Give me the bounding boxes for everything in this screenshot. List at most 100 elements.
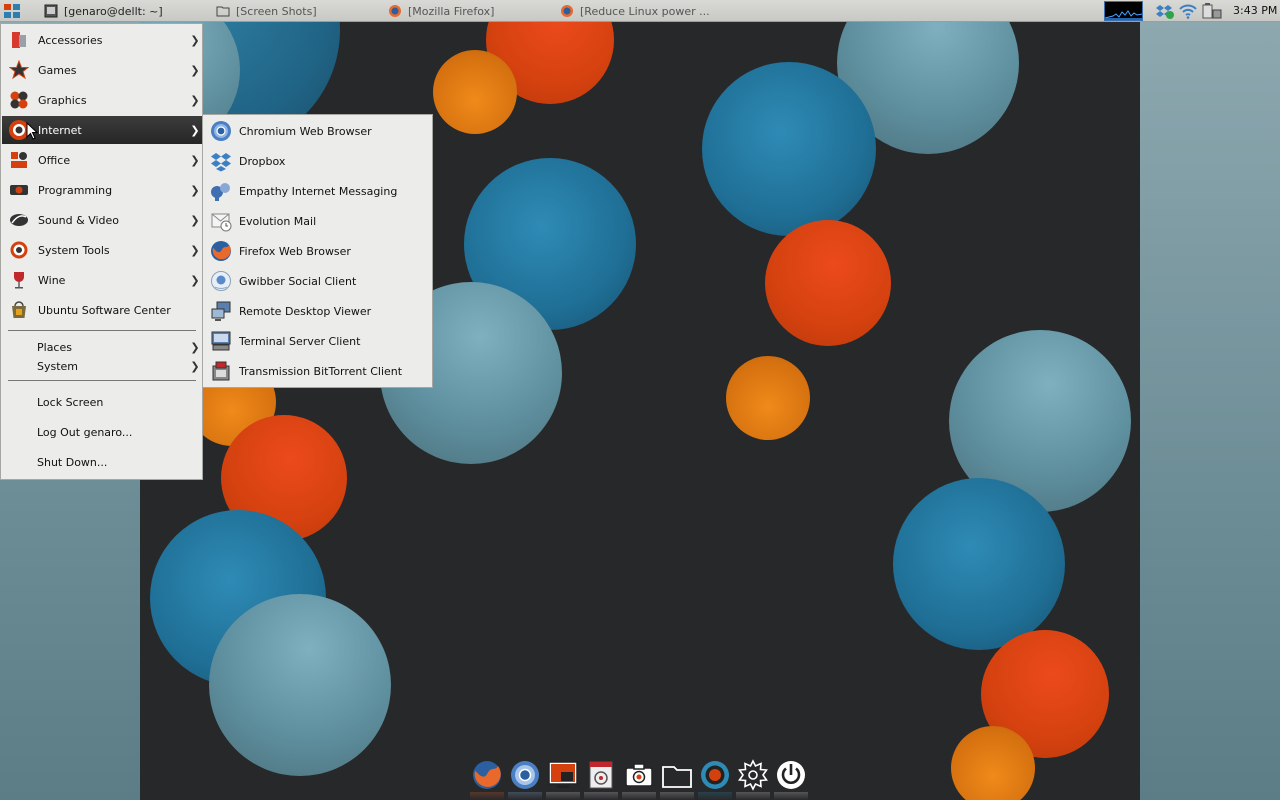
dock-settings-gear-icon[interactable]	[736, 758, 770, 792]
submenu-item-chromium[interactable]: Chromium Web Browser	[204, 116, 432, 146]
chevron-right-icon: ❯	[190, 63, 200, 77]
dock-terminal-icon[interactable]	[546, 758, 580, 792]
menu-item-label: System Tools	[38, 243, 110, 257]
menu-item-programming[interactable]: Programming ❯	[2, 176, 202, 204]
submenu-item-gwibber[interactable]: Gwibber Social Client	[204, 266, 432, 296]
submenu-item-dropbox[interactable]: Dropbox	[204, 146, 432, 176]
chevron-right-icon: ❯	[190, 183, 200, 197]
chevron-right-icon: ❯	[190, 243, 200, 257]
submenu-item-evolution[interactable]: Evolution Mail	[204, 206, 432, 236]
dock-media-player-icon[interactable]	[584, 758, 618, 792]
chevron-right-icon: ❯	[190, 153, 200, 167]
clock[interactable]: 3:43 PM	[1233, 4, 1277, 17]
wallpaper-bubble	[433, 50, 517, 134]
top-panel: [genaro@dellt: ~] [Screen Shots] [Mozill…	[0, 0, 1280, 22]
task-screen-shots[interactable]: [Screen Shots]	[216, 1, 386, 21]
menu-item-shut-down[interactable]: Shut Down...	[2, 448, 202, 476]
wallpaper-bubble	[726, 356, 810, 440]
remote-desktop-icon	[209, 299, 233, 323]
task-label: [Screen Shots]	[236, 4, 317, 18]
submenu-item-terminal-server[interactable]: Terminal Server Client	[204, 326, 432, 356]
dock-power-icon[interactable]	[774, 758, 808, 792]
applications-menu-button[interactable]	[2, 2, 22, 20]
menu-item-accessories[interactable]: Accessories ❯	[2, 26, 202, 54]
menu-item-games[interactable]: Games ❯	[2, 56, 202, 84]
dock-camera-icon[interactable]	[622, 758, 656, 792]
chromium-icon	[209, 119, 233, 143]
transmission-icon	[209, 359, 233, 383]
dropbox-tray-icon[interactable]	[1155, 2, 1175, 20]
menu-item-label: Ubuntu Software Center	[38, 303, 171, 317]
menu-item-system[interactable]: System ❯	[2, 357, 202, 376]
submenu-item-label: Evolution Mail	[239, 214, 317, 228]
menu-item-label: Games	[38, 63, 77, 77]
dock-reflection	[660, 792, 694, 800]
accessories-icon	[8, 29, 30, 51]
menu-item-ubuntu-software-center[interactable]: Ubuntu Software Center	[2, 296, 202, 324]
submenu-item-label: Terminal Server Client	[239, 334, 361, 348]
menu-item-label: Internet	[38, 123, 82, 137]
menu-item-system-tools[interactable]: System Tools ❯	[2, 236, 202, 264]
dock-target-icon[interactable]	[698, 758, 732, 792]
menu-grid-icon	[4, 4, 20, 18]
firefox-icon	[209, 239, 233, 263]
menu-separator	[8, 380, 196, 381]
menu-item-log-out[interactable]: Log Out genaro...	[2, 418, 202, 446]
empathy-icon	[209, 179, 233, 203]
dock-reflection	[546, 792, 580, 800]
task-firefox-article[interactable]: [Reduce Linux power ...	[560, 1, 730, 21]
task-terminal[interactable]: [genaro@dellt: ~]	[44, 1, 214, 21]
submenu-item-firefox[interactable]: Firefox Web Browser	[204, 236, 432, 266]
gwibber-icon	[209, 269, 233, 293]
menu-item-graphics[interactable]: Graphics ❯	[2, 86, 202, 114]
menu-item-label: Sound & Video	[38, 213, 120, 227]
dock-folder-icon[interactable]	[660, 758, 694, 792]
wallpaper-bubble	[765, 220, 891, 346]
wallpaper-bubble	[951, 726, 1035, 800]
cpu-monitor-graph[interactable]	[1104, 1, 1143, 21]
wallpaper-bubble	[209, 594, 391, 776]
wallpaper-bubble	[893, 478, 1065, 650]
folder-icon	[216, 6, 230, 17]
terminal-server-icon	[209, 329, 233, 353]
dock-reflection	[622, 792, 656, 800]
dock-chromium-icon[interactable]	[508, 758, 542, 792]
wifi-icon[interactable]	[1178, 2, 1198, 20]
menu-separator	[8, 330, 196, 331]
wine-icon	[8, 269, 30, 291]
menu-item-lock-screen[interactable]: Lock Screen	[2, 388, 202, 416]
dock-reflection	[736, 792, 770, 800]
terminal-icon	[44, 4, 58, 18]
games-icon	[8, 59, 30, 81]
programming-icon	[8, 179, 30, 201]
menu-item-label: Lock Screen	[37, 395, 104, 409]
battery-power-icon[interactable]	[1201, 2, 1223, 20]
chevron-right-icon: ❯	[190, 341, 200, 354]
task-label: [Reduce Linux power ...	[580, 4, 710, 18]
submenu-item-label: Transmission BitTorrent Client	[239, 364, 403, 378]
menu-item-places[interactable]: Places ❯	[2, 338, 202, 357]
submenu-item-remote-desktop[interactable]: Remote Desktop Viewer	[204, 296, 432, 326]
menu-item-label: Accessories	[38, 33, 103, 47]
internet-submenu: Chromium Web Browser Dropbox Empathy Int…	[202, 114, 433, 388]
task-firefox[interactable]: [Mozilla Firefox]	[388, 1, 558, 21]
submenu-item-transmission[interactable]: Transmission BitTorrent Client	[204, 356, 432, 386]
firefox-icon	[389, 5, 401, 17]
dock-firefox-icon[interactable]	[470, 758, 504, 792]
submenu-item-empathy[interactable]: Empathy Internet Messaging	[204, 176, 432, 206]
dock-reflection	[774, 792, 808, 800]
menu-item-wine[interactable]: Wine ❯	[2, 266, 202, 294]
menu-item-label: System	[37, 360, 79, 373]
dock-reflection	[470, 792, 504, 800]
dropbox-icon	[209, 149, 233, 173]
wallpaper-bubble	[702, 62, 876, 236]
evolution-icon	[209, 209, 233, 233]
office-icon	[8, 149, 30, 171]
menu-item-label: Programming	[38, 183, 113, 197]
system-tools-icon	[8, 239, 30, 261]
menu-item-label: Log Out genaro...	[37, 425, 133, 439]
menu-item-office[interactable]: Office ❯	[2, 146, 202, 174]
chevron-right-icon: ❯	[190, 213, 200, 227]
menu-item-sound-video[interactable]: Sound & Video ❯	[2, 206, 202, 234]
applications-menu: Accessories ❯ Games ❯ Graphics ❯ Interne…	[0, 23, 203, 480]
